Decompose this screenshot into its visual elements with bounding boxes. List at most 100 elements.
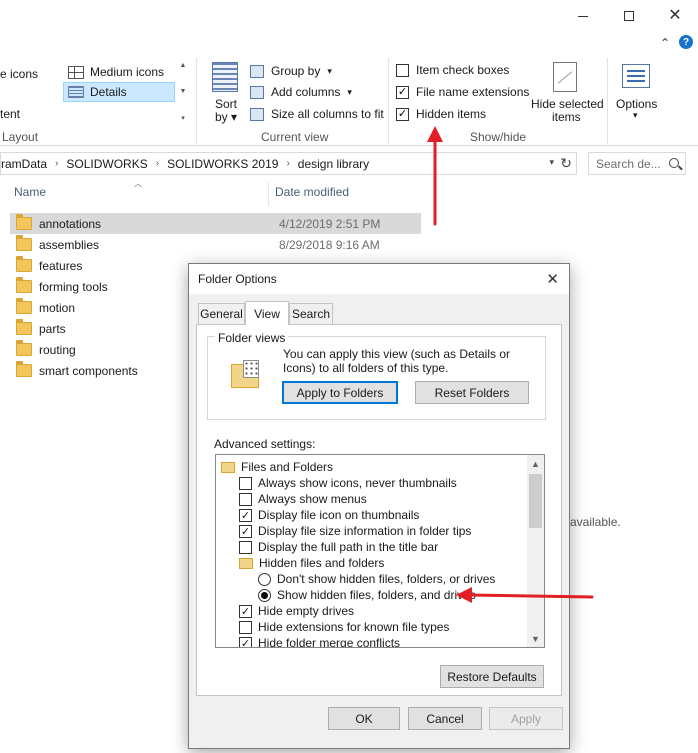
folder-icon	[16, 256, 32, 272]
breadcrumb-separator-icon[interactable]: ›	[53, 158, 60, 169]
add-columns-button[interactable]: Add columns ▾	[250, 83, 352, 101]
tab-view[interactable]: View	[245, 301, 289, 325]
apply-button[interactable]: Apply	[489, 707, 563, 730]
minimize-button[interactable]	[560, 0, 606, 32]
size-all-columns-button[interactable]: Size all columns to fit	[250, 105, 384, 123]
checkbox[interactable]	[239, 620, 252, 634]
close-button[interactable]: ✕	[652, 0, 698, 32]
tree-item-hidden-files-and-folders: Hidden files and folders	[239, 555, 384, 571]
folder-icon	[16, 214, 32, 230]
sort-by-label[interactable]: Sort	[215, 97, 237, 111]
layout-details[interactable]: Details	[63, 82, 175, 102]
checkbox[interactable]: ✓	[239, 524, 252, 538]
search-icon	[669, 158, 679, 168]
refresh-icon[interactable]: ↻	[560, 155, 572, 172]
hide-selected-items-icon[interactable]	[553, 62, 577, 92]
hide-selected-items-label[interactable]: Hide selected	[531, 97, 604, 111]
help-icon[interactable]: ?	[679, 35, 693, 49]
annotation-arrow-left	[456, 587, 594, 603]
restore-defaults-button[interactable]: Restore Defaults	[440, 665, 544, 688]
setting-always-show-icons[interactable]: Always show icons, never thumbnails	[239, 475, 457, 491]
setting-display-file-icon-thumbnails[interactable]: ✓ Display file icon on thumbnails	[239, 507, 419, 523]
folder-views-icon	[231, 358, 263, 388]
dialog-close-icon[interactable]: ✕	[546, 270, 559, 288]
folder-icon	[16, 235, 32, 251]
breadcrumb-item[interactable]: SOLIDWORKS	[60, 157, 153, 171]
tab-search[interactable]: Search	[289, 303, 333, 324]
group-by-icon	[250, 64, 264, 78]
sort-by-icon[interactable]	[212, 62, 238, 92]
file-name-extensions-checkbox[interactable]: ✓	[396, 85, 409, 99]
reset-folders-button[interactable]: Reset Folders	[415, 381, 529, 404]
layout-medium-icons[interactable]: Medium icons	[66, 62, 164, 82]
column-separator[interactable]	[268, 182, 269, 206]
breadcrumb-item[interactable]: SOLIDWORKS 2019	[161, 157, 284, 171]
hidden-items-checkbox[interactable]: ✓	[396, 107, 409, 121]
folder-icon	[16, 277, 32, 293]
apply-to-folders-button[interactable]: Apply to Folders	[282, 381, 398, 404]
checkbox[interactable]	[239, 476, 252, 490]
scroll-thumb[interactable]	[529, 474, 542, 528]
close-icon: ✕	[668, 7, 682, 24]
layout-large-icons[interactable]: e icons	[0, 64, 38, 84]
hide-selected-items-label-2[interactable]: items	[552, 110, 581, 124]
options-dropdown-icon[interactable]: ▾	[633, 110, 638, 121]
cancel-button[interactable]: Cancel	[408, 707, 482, 730]
column-header-name[interactable]: Name	[14, 185, 46, 199]
setting-hide-extensions[interactable]: Hide extensions for known file types	[239, 619, 449, 635]
folder-icon	[221, 461, 235, 473]
size-columns-icon	[250, 107, 264, 121]
dialog-titlebar[interactable]: Folder Options ✕	[189, 264, 569, 294]
layout-gallery-scroll[interactable]: ▲ ▼ ▾	[178, 62, 188, 122]
breadcrumb-separator-icon[interactable]: ›	[154, 158, 161, 169]
sort-by-label-2[interactable]: by ▾	[215, 110, 237, 124]
checkbox[interactable]: ✓	[239, 604, 252, 618]
setting-hide-empty-drives[interactable]: ✓ Hide empty drives	[239, 603, 354, 619]
column-header-date-modified[interactable]: Date modified	[275, 185, 349, 199]
radio-button[interactable]	[258, 588, 271, 602]
tree-scrollbar[interactable]: ▲ ▼	[527, 455, 544, 647]
details-icon	[68, 86, 84, 98]
address-dropdown-icon[interactable]: ▾	[549, 157, 554, 168]
setting-display-file-size-info[interactable]: ✓ Display file size information in folde…	[239, 523, 471, 539]
collapse-ribbon-icon[interactable]: ⌃	[660, 35, 670, 51]
breadcrumb-item[interactable]: design library	[292, 157, 375, 171]
maximize-button[interactable]	[606, 0, 652, 32]
setting-display-full-path[interactable]: Display the full path in the title bar	[239, 539, 438, 555]
setting-show-hidden[interactable]: Show hidden files, folders, and drives	[258, 587, 476, 603]
checkbox[interactable]: ✓	[239, 508, 252, 522]
advanced-settings-tree[interactable]: Files and Folders Always show icons, nev…	[215, 454, 545, 648]
setting-always-show-menus[interactable]: Always show menus	[239, 491, 367, 507]
file-name-extensions-toggle[interactable]: ✓ File name extensions	[396, 83, 529, 101]
item-check-boxes-checkbox[interactable]	[396, 63, 409, 77]
scroll-up-icon[interactable]: ▲	[527, 455, 544, 472]
file-row[interactable]: annotations 4/12/2019 2:51 PM	[10, 213, 421, 234]
tab-general[interactable]: General	[198, 303, 245, 324]
preview-pane-message: available.	[570, 515, 621, 529]
layout-content[interactable]: tent	[0, 104, 20, 124]
explorer-titlebar: ✕	[0, 0, 698, 32]
dialog-title: Folder Options	[198, 272, 277, 286]
options-button-label[interactable]: Options	[616, 97, 657, 111]
scroll-down-icon[interactable]: ▼	[527, 630, 544, 647]
file-row[interactable]: assemblies 8/29/2018 9:16 AM	[10, 234, 421, 255]
folder-views-description: You can apply this view (such as Details…	[283, 347, 511, 375]
search-input[interactable]: Search de...	[588, 152, 686, 175]
folder-options-dialog: Folder Options ✕ General View Search Fol…	[188, 263, 570, 749]
group-by-button[interactable]: Group by ▾	[250, 62, 332, 80]
options-icon[interactable]	[622, 64, 650, 88]
ok-button[interactable]: OK	[328, 707, 400, 730]
radio-button[interactable]	[258, 572, 271, 586]
breadcrumb-separator-icon[interactable]: ›	[284, 158, 291, 169]
breadcrumb-item[interactable]: ramData	[1, 157, 53, 171]
checkbox[interactable]: ✓	[239, 636, 252, 647]
checkbox[interactable]	[239, 492, 252, 506]
ribbon-separator	[607, 58, 608, 144]
show-hide-group-label: Show/hide	[470, 130, 527, 144]
checkbox[interactable]	[239, 540, 252, 554]
setting-hide-merge-conflicts[interactable]: ✓ Hide folder merge conflicts	[239, 635, 400, 647]
folder-icon	[16, 361, 32, 377]
address-bar[interactable]: ramData › SOLIDWORKS › SOLIDWORKS 2019 ›…	[0, 152, 577, 175]
hidden-items-toggle[interactable]: ✓ Hidden items	[396, 105, 486, 123]
item-check-boxes-toggle[interactable]: Item check boxes	[396, 61, 509, 79]
